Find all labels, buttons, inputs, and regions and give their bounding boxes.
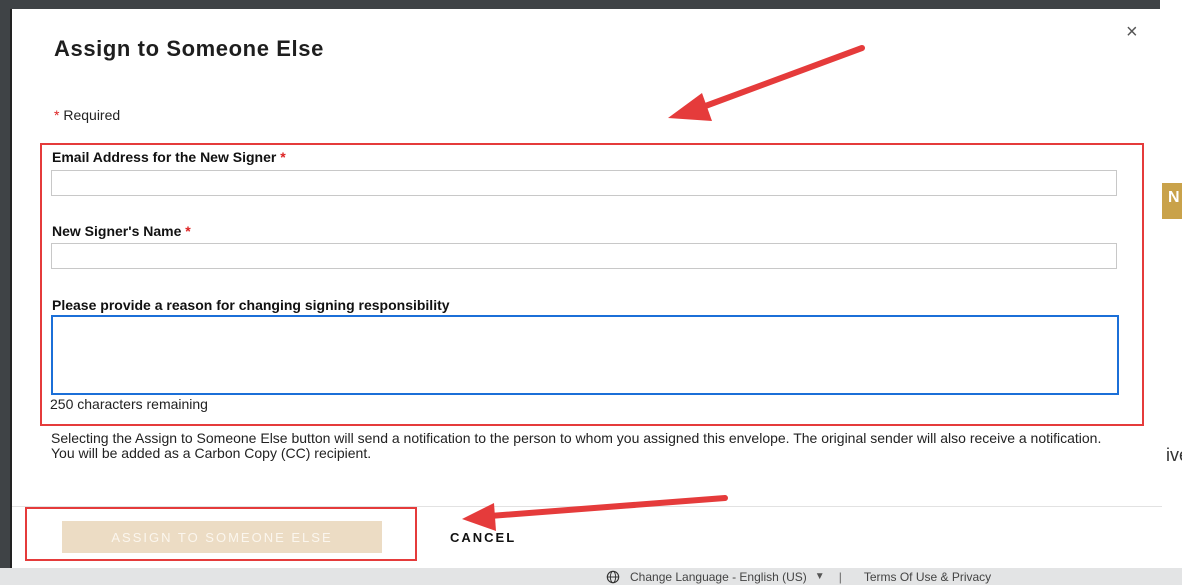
globe-icon [606,570,620,583]
footer-separator: | [838,569,842,584]
name-label-text: New Signer's Name [52,223,182,239]
name-label: New Signer's Name * [52,223,191,239]
dialog-title: Assign to Someone Else [54,36,324,61]
signer-name-field[interactable] [51,243,1117,269]
close-icon[interactable]: × [1126,21,1138,44]
reason-textarea[interactable] [51,315,1119,395]
footer-links: Change Language - English (US) ▼ | Terms… [606,568,991,585]
characters-remaining: 250 characters remaining [50,396,208,412]
page-footer [0,568,1182,585]
reason-label: Please provide a reason for changing sig… [52,297,450,313]
cancel-button[interactable]: CANCEL [444,521,522,553]
email-label: Email Address for the New Signer * [52,149,286,165]
required-note: * Required [54,107,120,123]
required-star: * [54,107,60,123]
assign-dialog: Assign to Someone Else × * Required Emai… [10,9,1162,568]
background-page [1160,0,1182,568]
terms-link[interactable]: Terms Of Use & Privacy [864,570,991,584]
required-star: * [185,223,191,239]
caret-down-icon[interactable]: ▼ [815,571,825,582]
notification-notice: Selecting the Assign to Someone Else but… [51,430,1102,461]
background-text-fragment: ive [1166,445,1182,465]
change-language-link[interactable]: Change Language - English (US) [630,570,807,584]
required-star: * [280,149,286,165]
email-label-text: Email Address for the New Signer [52,149,277,165]
email-field[interactable] [51,170,1117,196]
background-button-label: N [1168,189,1180,206]
footer-divider [12,506,1162,507]
required-note-text: Required [63,107,121,123]
assign-button[interactable]: ASSIGN TO SOMEONE ELSE [62,521,382,553]
